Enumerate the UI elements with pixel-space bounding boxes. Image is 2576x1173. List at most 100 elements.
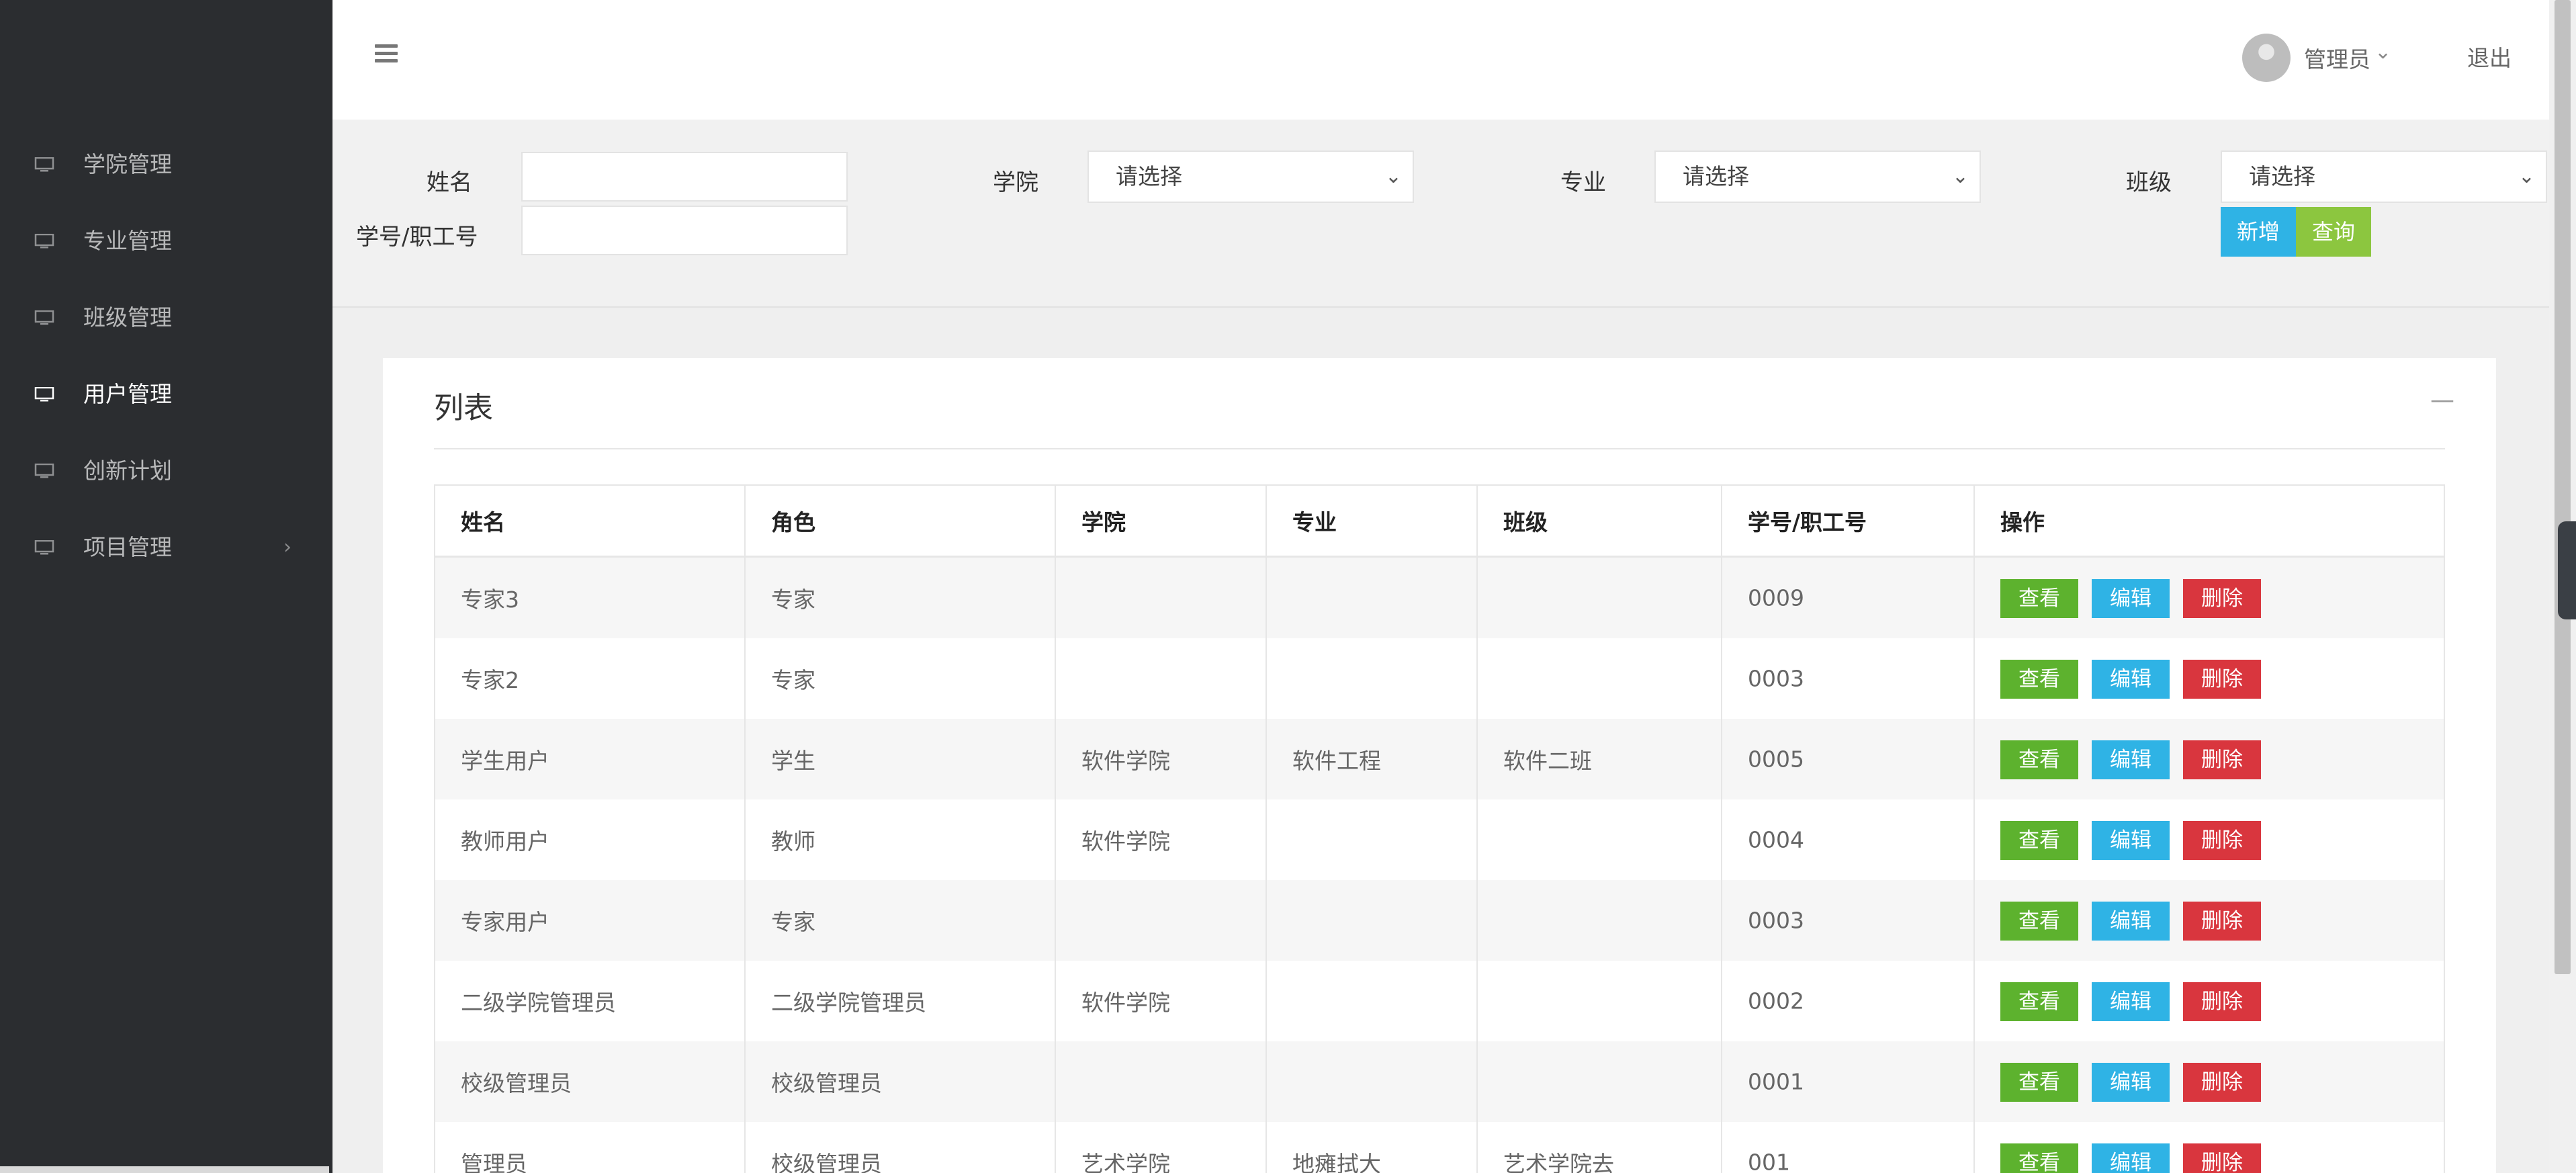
edit-button[interactable]: 编辑 — [2092, 579, 2170, 618]
cell-major: 软件工程 — [1267, 719, 1478, 799]
sidebar-item-projects[interactable]: 项目管理 › — [0, 509, 332, 586]
avatar[interactable] — [2242, 34, 2291, 82]
view-button[interactable]: 查看 — [2000, 740, 2078, 779]
delete-button[interactable]: 删除 — [2183, 740, 2261, 779]
view-button[interactable]: 查看 — [2000, 660, 2078, 699]
delete-button[interactable]: 删除 — [2183, 1063, 2261, 1102]
sidebar-item-innovation-plan[interactable]: 创新计划 — [0, 433, 332, 509]
search-filter-bar: 姓名 学号/职工号 学院 请选择 ⌄ 专业 请选择 ⌄ 班级 请选择 ⌄ 新增 … — [332, 120, 2549, 308]
logout-link[interactable]: 退出 — [2467, 40, 2512, 73]
cell-major — [1267, 1041, 1478, 1122]
major-label: 专业 — [1560, 169, 1606, 196]
view-button[interactable]: 查看 — [2000, 1143, 2078, 1173]
chevron-down-icon: ⌄ — [2518, 165, 2535, 188]
delete-button[interactable]: 删除 — [2183, 579, 2261, 618]
college-label: 学院 — [993, 169, 1038, 196]
cell-role: 校级管理员 — [746, 1041, 1056, 1122]
cell-name: 学生用户 — [435, 719, 746, 799]
class-label: 班级 — [2126, 169, 2172, 196]
delete-button[interactable]: 删除 — [2183, 821, 2261, 860]
sidebar-item-label: 用户管理 — [83, 381, 172, 407]
view-button[interactable]: 查看 — [2000, 902, 2078, 941]
cell-college: 软件学院 — [1056, 961, 1267, 1041]
sidebar-item-major[interactable]: 专业管理 — [0, 203, 332, 279]
cell-name: 专家2 — [435, 638, 746, 719]
user-name-dropdown[interactable]: 管理员 — [2304, 42, 2370, 74]
cell-class: 软件二班 — [1478, 719, 1722, 799]
class-select[interactable]: 请选择 ⌄ — [2221, 150, 2547, 203]
cell-role: 学生 — [746, 719, 1056, 799]
sidebar-item-label: 学院管理 — [83, 151, 172, 177]
add-button[interactable]: 新增 — [2221, 207, 2296, 257]
major-select[interactable]: 请选择 ⌄ — [1654, 150, 1981, 203]
sidebar-item-users[interactable]: 用户管理 — [0, 356, 332, 433]
class-select-value: 请选择 — [2249, 163, 2315, 189]
cell-name: 校级管理员 — [435, 1041, 746, 1122]
edit-button[interactable]: 编辑 — [2092, 821, 2170, 860]
sidebar-item-label: 班级管理 — [83, 304, 172, 331]
cell-role: 专家 — [746, 558, 1056, 638]
cell-role: 二级学院管理员 — [746, 961, 1056, 1041]
cell-major: 地瘫拭大 — [1267, 1122, 1478, 1173]
cell-major — [1267, 961, 1478, 1041]
college-select[interactable]: 请选择 ⌄ — [1087, 150, 1414, 203]
cell-major — [1267, 880, 1478, 961]
sidebar-scrollbar[interactable] — [0, 1166, 329, 1173]
cell-actions: 查看 编辑 删除 — [1975, 719, 2444, 799]
cell-role: 教师 — [746, 799, 1056, 880]
edit-button[interactable]: 编辑 — [2092, 1063, 2170, 1102]
cell-name: 二级学院管理员 — [435, 961, 746, 1041]
name-input[interactable] — [521, 152, 848, 202]
edit-button[interactable]: 编辑 — [2092, 902, 2170, 941]
edit-button[interactable]: 编辑 — [2092, 740, 2170, 779]
edit-button[interactable]: 编辑 — [2092, 1143, 2170, 1173]
sidebar-item-label: 项目管理 — [83, 534, 172, 560]
column-header: 角色 — [746, 486, 1056, 556]
cell-id: 0002 — [1722, 961, 1975, 1041]
view-button[interactable]: 查看 — [2000, 579, 2078, 618]
name-label: 姓名 — [427, 169, 472, 196]
delete-button[interactable]: 删除 — [2183, 902, 2261, 941]
cell-id: 0009 — [1722, 558, 1975, 638]
cell-actions: 查看 编辑 删除 — [1975, 880, 2444, 961]
sidebar: 学院管理 专业管理 班级管理 用户管理 创新计划 项目管理 › — [0, 0, 332, 1173]
scrollbar-thumb[interactable] — [2555, 0, 2571, 974]
cell-college: 软件学院 — [1056, 799, 1267, 880]
sidebar-item-class[interactable]: 班级管理 — [0, 279, 332, 356]
view-button[interactable]: 查看 — [2000, 982, 2078, 1021]
cell-major — [1267, 558, 1478, 638]
cell-college: 艺术学院 — [1056, 1122, 1267, 1173]
cell-college — [1056, 1041, 1267, 1122]
table-row: 专家用户 专家 0003 查看 编辑 删除 — [435, 880, 2444, 961]
table-row: 二级学院管理员 二级学院管理员 软件学院 0002 查看 编辑 删除 — [435, 961, 2444, 1041]
cell-name: 管理员 — [435, 1122, 746, 1173]
monitor-icon — [34, 234, 54, 249]
cell-college: 软件学院 — [1056, 719, 1267, 799]
edit-button[interactable]: 编辑 — [2092, 982, 2170, 1021]
query-button[interactable]: 查询 — [2296, 207, 2371, 257]
cell-college — [1056, 638, 1267, 719]
chevron-down-icon: ⌄ — [1951, 165, 1969, 188]
view-button[interactable]: 查看 — [2000, 821, 2078, 860]
divider — [434, 448, 2445, 449]
list-panel: 列表 — 姓名 角色 学院 专业 班级 学号/职工号 操作 专家3 专家 000… — [383, 358, 2496, 1173]
college-select-value: 请选择 — [1116, 163, 1182, 189]
cell-id: 0004 — [1722, 799, 1975, 880]
id-input[interactable] — [521, 206, 848, 255]
column-header: 学号/职工号 — [1722, 486, 1975, 556]
table-row: 管理员 校级管理员 艺术学院 地瘫拭大 艺术学院去 001 查看 编辑 删除 — [435, 1122, 2444, 1173]
table-row: 专家3 专家 0009 查看 编辑 删除 — [435, 558, 2444, 638]
view-button[interactable]: 查看 — [2000, 1063, 2078, 1102]
delete-button[interactable]: 删除 — [2183, 660, 2261, 699]
sidebar-item-college[interactable]: 学院管理 — [0, 126, 332, 203]
collapse-icon[interactable]: — — [2430, 386, 2454, 414]
delete-button[interactable]: 删除 — [2183, 1143, 2261, 1173]
hamburger-menu-icon[interactable] — [375, 44, 398, 63]
cell-role: 专家 — [746, 880, 1056, 961]
major-select-value: 请选择 — [1683, 163, 1749, 189]
delete-button[interactable]: 删除 — [2183, 982, 2261, 1021]
side-widget-handle[interactable] — [2558, 521, 2576, 619]
edit-button[interactable]: 编辑 — [2092, 660, 2170, 699]
chevron-down-icon[interactable]: ⌄ — [2374, 40, 2391, 64]
monitor-icon — [34, 387, 54, 402]
